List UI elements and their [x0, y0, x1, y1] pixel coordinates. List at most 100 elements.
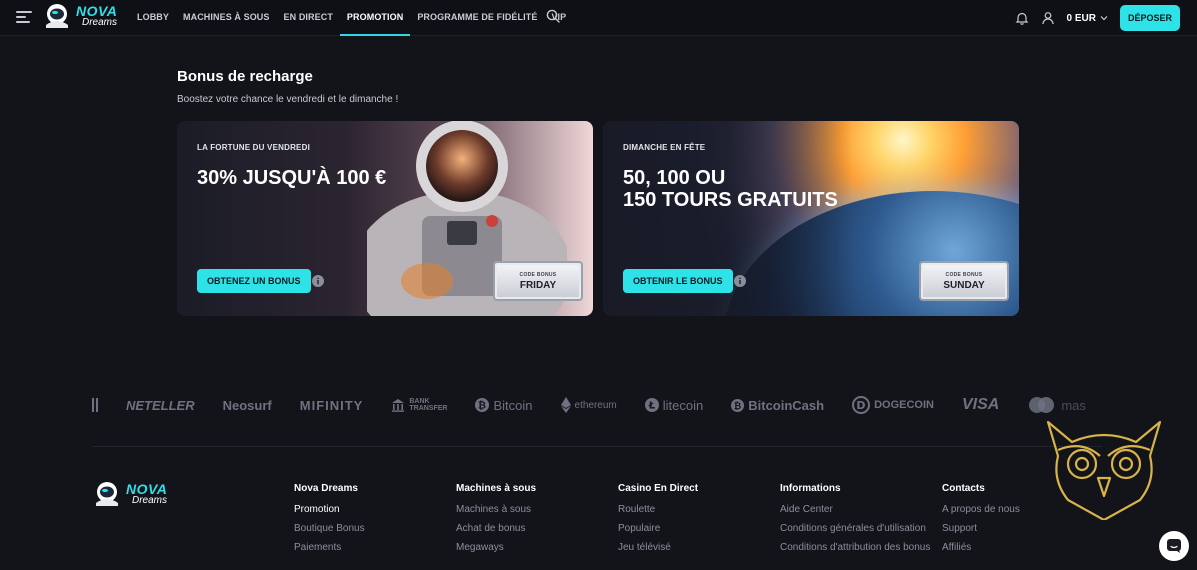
svg-text:Ł: Ł [648, 401, 656, 412]
nav-live[interactable]: EN DIRECT [277, 0, 340, 36]
info-icon[interactable] [734, 275, 746, 287]
payment-neosurf: Neosurf [222, 397, 272, 413]
bitcoin-label: Bitcoin [493, 397, 533, 413]
balance-amount: 0 EUR [1066, 12, 1096, 24]
bonus-card-friday: LA FORTUNE DU VENDREDI 30% JUSQU'À 100 €… [177, 121, 593, 316]
litecoin-label: litecoin [662, 397, 704, 413]
footer-logo-nova: NOVA [126, 481, 168, 497]
bell-icon[interactable] [1015, 11, 1029, 25]
top-header: NOVA Dreams LOBBY MACHINES À SOUS EN DIR… [0, 0, 1197, 36]
card-headline: 30% JUSQU'À 100 € [197, 167, 387, 189]
payment-methods: NETELLER Neosurf MIFINITY BANK TRANSFER … [92, 394, 1098, 416]
code-caption: CODE BONUS [945, 271, 983, 278]
card-label: LA FORTUNE DU VENDREDI [197, 143, 310, 152]
balance-selector[interactable]: 0 EUR [1067, 13, 1108, 24]
nav-loyalty[interactable]: PROGRAMME DE FIDÉLITÉ [410, 0, 544, 36]
footer-link[interactable]: A propos de nous [942, 504, 1020, 515]
header-right-tools: 0 EUR DÉPOSER [1015, 3, 1180, 33]
footer-col-title: Nova Dreams [294, 483, 358, 494]
footer-link[interactable]: Boutique Bonus [294, 523, 365, 534]
chat-icon [1167, 539, 1181, 553]
footer-link[interactable]: Support [942, 523, 1020, 534]
footer-link[interactable]: Paiements [294, 542, 365, 553]
svg-text:₿: ₿ [478, 400, 486, 412]
footer-col-title: Contacts [942, 483, 985, 494]
dogecoin-icon: D [852, 396, 871, 414]
footer-col-information: Informations Aide Center Conditions géné… [780, 483, 930, 561]
section-subtitle: Boostez votre chance le vendredi et le d… [177, 94, 399, 105]
mastercard-label: mas [1061, 397, 1086, 413]
payment-litecoin: Ł litecoin [644, 397, 704, 413]
bonus-code: FRIDAY [519, 279, 557, 291]
card-headline: 50, 100 OU 150 TOURS GRATUITS [623, 167, 838, 211]
user-icon[interactable] [1041, 11, 1055, 25]
footer-logo[interactable]: NOVA Dreams [92, 481, 167, 507]
footer-link[interactable]: Achat de bonus [456, 523, 536, 534]
footer-link[interactable]: Megaways [456, 542, 536, 553]
nav-promotion[interactable]: PROMOTION [339, 0, 411, 36]
info-icon[interactable] [312, 275, 324, 287]
footer-col-slots: Machines à sous Machines à sous Achat de… [456, 483, 536, 561]
payment-bitcoin: ₿ Bitcoin [475, 397, 533, 413]
payment-mastercard: mas [1027, 396, 1086, 414]
footer-col-contacts: Contacts A propos de nous Support Affili… [942, 483, 1020, 561]
footer-col-nova-dreams: Nova Dreams Promotion Boutique Bonus Pai… [294, 483, 365, 561]
svg-text:D: D [857, 399, 866, 412]
bank-line1: BANK [409, 398, 430, 405]
litecoin-icon: Ł [644, 398, 659, 412]
ethereum-icon [560, 397, 571, 413]
footer-col-title: Informations [780, 483, 841, 494]
site-logo[interactable]: NOVA Dreams [42, 3, 117, 29]
astronaut-logo-icon [46, 4, 68, 28]
bitcoincash-label: BitcoinCash [748, 397, 825, 413]
get-bonus-button[interactable]: OBTENIR LE BONUS [623, 269, 733, 293]
dogecoin-label: DOGECOIN [874, 399, 934, 411]
footer-link[interactable]: Machines à sous [456, 504, 536, 515]
payment-bank-transfer: BANK TRANSFER [391, 398, 447, 412]
payment-partial-icon [92, 398, 100, 412]
get-bonus-button[interactable]: OBTENEZ UN BONUS [197, 269, 311, 293]
payment-ethereum: ethereum [560, 397, 617, 413]
footer-link[interactable]: Aide Center [780, 504, 930, 515]
footer-link[interactable]: Populaire [618, 523, 698, 534]
bonus-code-badge[interactable]: CODE BONUS FRIDAY [493, 261, 583, 301]
nav-lobby[interactable]: LOBBY [130, 0, 176, 36]
footer-link[interactable]: Affiliés [942, 542, 1020, 553]
card-label: DIMANCHE EN FÊTE [623, 143, 706, 152]
payment-visa: VISA [961, 396, 1000, 413]
code-caption: CODE BONUS [519, 271, 557, 278]
search-icon[interactable] [546, 9, 560, 23]
footer-col-title: Machines à sous [456, 483, 537, 494]
footer-link[interactable]: Roulette [618, 504, 698, 515]
logo-text-dreams: Dreams [82, 17, 118, 28]
main-nav: LOBBY MACHINES À SOUS EN DIRECT PROMOTIO… [130, 0, 573, 36]
ethereum-label: ethereum [574, 399, 617, 411]
svg-text:₿: ₿ [734, 400, 742, 411]
mastercard-icon [1029, 397, 1055, 413]
payment-neteller: NETELLER [126, 397, 195, 413]
bitcoincash-icon: ₿ [731, 398, 745, 412]
bonus-code: SUNDAY [943, 279, 985, 291]
footer-col-live-casino: Casino En Direct Roulette Populaire Jeu … [618, 483, 698, 561]
astronaut-logo-icon [96, 482, 118, 506]
bonus-code-badge[interactable]: CODE BONUS SUNDAY [919, 261, 1009, 301]
bonus-card-sunday: DIMANCHE EN FÊTE 50, 100 OU 150 TOURS GR… [603, 121, 1019, 316]
payment-bitcoincash: ₿ BitcoinCash [731, 398, 824, 413]
payment-mifinity: MIFINITY [299, 397, 364, 413]
chat-button[interactable] [1159, 531, 1189, 561]
footer-link[interactable]: Promotion [294, 504, 365, 515]
footer-link[interactable]: Conditions générales d'utilisation [780, 523, 930, 534]
deposit-button[interactable]: DÉPOSER [1120, 5, 1180, 31]
card-headline-line2: 150 TOURS GRATUITS [623, 189, 838, 211]
owl-watermark-icon [1046, 420, 1162, 520]
nav-slots[interactable]: MACHINES À SOUS [176, 0, 277, 36]
hamburger-menu-icon[interactable] [16, 11, 32, 25]
bitcoin-icon: ₿ [475, 398, 490, 412]
footer-link[interactable]: Conditions d'attribution des bonus [780, 542, 930, 553]
bank-line2: TRANSFER [409, 405, 448, 412]
footer-logo-dreams: Dreams [132, 495, 168, 506]
logo-text-nova: NOVA [76, 3, 118, 19]
bank-icon [392, 399, 405, 412]
footer-link[interactable]: Jeu télévisé [618, 542, 698, 553]
payment-dogecoin: D DOGECOIN [852, 396, 934, 414]
